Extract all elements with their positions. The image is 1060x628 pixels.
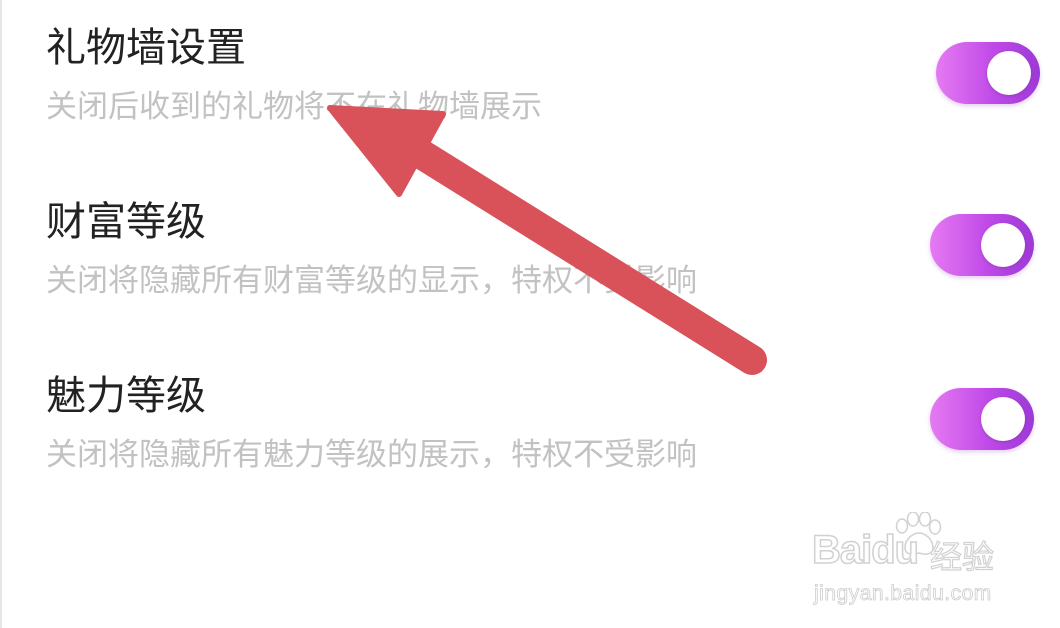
- toggle-knob: [981, 397, 1025, 441]
- setting-title: 财富等级: [46, 199, 206, 245]
- setting-description: 关闭后收到的礼物将不在礼物墙展示: [46, 89, 542, 125]
- setting-row-gift-wall: 礼物墙设置 关闭后收到的礼物将不在礼物墙展示: [0, 18, 1060, 168]
- setting-row-charm-level: 魅力等级 关闭将隐藏所有魅力等级的展示，特权不受影响: [0, 366, 1060, 516]
- watermark-url: jingyan.baidu.com: [814, 582, 992, 606]
- toggle-knob: [987, 51, 1031, 95]
- watermark-brand: Baidu: [811, 527, 920, 573]
- toggle-knob: [981, 223, 1025, 267]
- baidu-jingyan-watermark: Baidu 经验 jingyan.baidu.com: [811, 512, 1008, 616]
- setting-description: 关闭将隐藏所有魅力等级的展示，特权不受影响: [46, 437, 697, 473]
- watermark-product: 经验: [929, 537, 995, 576]
- setting-title: 魅力等级: [46, 373, 206, 419]
- setting-description: 关闭将隐藏所有财富等级的显示，特权不受影响: [46, 263, 697, 299]
- setting-row-wealth-level: 财富等级 关闭将隐藏所有财富等级的显示，特权不受影响: [0, 192, 1060, 342]
- gift-wall-toggle[interactable]: [936, 42, 1040, 104]
- setting-title: 礼物墙设置: [46, 25, 246, 71]
- wealth-level-toggle[interactable]: [930, 214, 1034, 276]
- charm-level-toggle[interactable]: [930, 388, 1034, 450]
